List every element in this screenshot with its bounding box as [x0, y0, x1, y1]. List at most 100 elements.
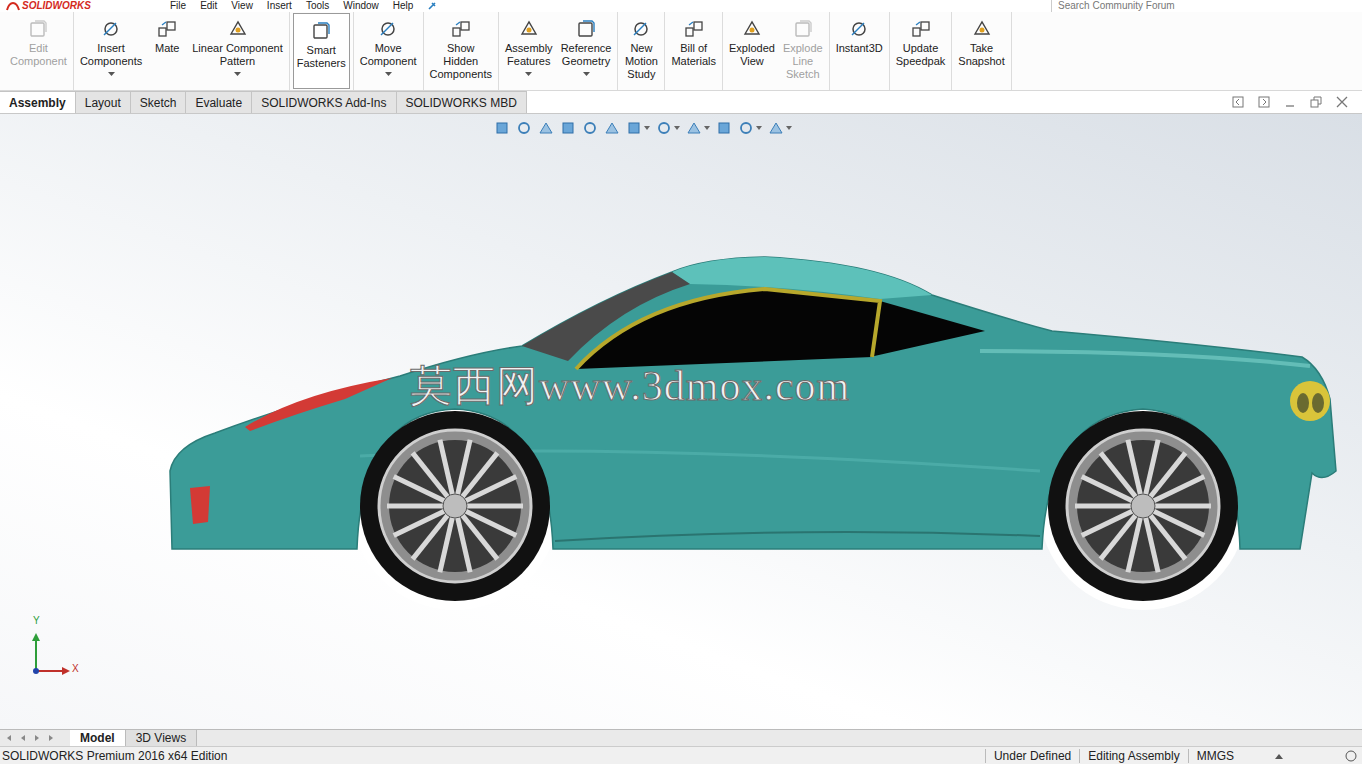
model-tab[interactable]: 3D Views: [126, 730, 197, 746]
reference-geometry-icon: [575, 18, 597, 40]
search-box[interactable]: Search Community Forum: [1051, 0, 1228, 12]
snapshot-icon: [971, 18, 993, 40]
ribbon-button[interactable]: ReferenceGeometry: [558, 12, 615, 90]
units-menu-arrow-icon[interactable]: [1274, 752, 1284, 760]
view-tool[interactable]: [582, 120, 598, 136]
ribbon-button-label: Take: [970, 42, 993, 55]
menu-item[interactable]: Edit: [200, 0, 217, 12]
tab[interactable]: SOLIDWORKS MBD: [397, 91, 527, 113]
graphics-area[interactable]: 莫西网www.3dmox.comYX: [0, 114, 1362, 729]
menu-item[interactable]: View: [231, 0, 253, 12]
explode-line-sketch-icon: [792, 18, 814, 40]
view-tool[interactable]: [716, 120, 732, 136]
help-icon[interactable]: [1344, 749, 1358, 763]
ribbon-group: EditComponent: [4, 12, 74, 90]
tab[interactable]: Assembly: [0, 91, 76, 113]
menu-item[interactable]: Help: [393, 0, 414, 12]
ribbon-group: NewMotionStudy: [618, 12, 665, 90]
dropdown-arrow-icon[interactable]: [644, 126, 650, 130]
close-icon[interactable]: [1336, 96, 1348, 108]
model-tab[interactable]: Model: [70, 730, 126, 746]
ribbon-button[interactable]: Mate: [147, 12, 187, 90]
car-body: [170, 257, 1336, 549]
model-tabs: Model3D Views: [0, 729, 1362, 746]
tab-scroll-arrow-icon[interactable]: [4, 733, 14, 743]
tab-scroll-arrow-icon[interactable]: [46, 733, 56, 743]
tab[interactable]: Sketch: [131, 91, 187, 113]
dropdown-arrow-icon[interactable]: [108, 72, 115, 77]
menu-item[interactable]: Insert: [267, 0, 292, 12]
view-tool[interactable]: [604, 120, 620, 136]
dropdown-arrow-icon[interactable]: [583, 72, 590, 77]
view-tool[interactable]: [768, 120, 792, 136]
minimize-icon[interactable]: [1284, 96, 1296, 108]
ribbon-button[interactable]: TakeSnapshot: [955, 12, 1007, 90]
window-controls: [1232, 91, 1362, 113]
tile-left-icon[interactable]: [1232, 96, 1244, 108]
ribbon-button[interactable]: NewMotionStudy: [621, 12, 661, 90]
ribbon-button[interactable]: Instant3D: [833, 12, 886, 90]
view-orientation-icon: [494, 120, 510, 136]
ribbon-button[interactable]: ExplodedView: [726, 12, 778, 90]
car-model[interactable]: [0, 114, 1362, 729]
status-item[interactable]: Editing Assembly: [1079, 749, 1187, 763]
command-manager: EditComponentInsertComponentsMateLinear …: [0, 12, 1362, 91]
tile-right-icon[interactable]: [1258, 96, 1270, 108]
heads-up-view-toolbar: [494, 120, 792, 136]
dropdown-arrow-icon[interactable]: [786, 126, 792, 130]
ribbon-button[interactable]: MoveComponent: [357, 12, 420, 90]
view-tool[interactable]: [494, 120, 510, 136]
ribbon-button[interactable]: ShowHiddenComponents: [427, 12, 495, 90]
edit-appearance-icon: [716, 120, 732, 136]
ribbon-button[interactable]: ExplodeLineSketch: [780, 12, 826, 90]
ribbon-group: AssemblyFeaturesReferenceGeometry: [499, 12, 618, 90]
hub: [1131, 494, 1155, 518]
view-tool[interactable]: [738, 120, 762, 136]
ribbon-button[interactable]: InsertComponents: [77, 12, 145, 90]
tab[interactable]: SOLIDWORKS Add-Ins: [252, 91, 396, 113]
view-tool[interactable]: [626, 120, 650, 136]
dropdown-arrow-icon[interactable]: [525, 72, 532, 77]
menu-item[interactable]: Window: [343, 0, 379, 12]
ribbon-button[interactable]: AssemblyFeatures: [502, 12, 556, 90]
rim: [379, 430, 531, 582]
solidworks-logo[interactable]: SOLIDWORKS: [6, 0, 156, 12]
display-style-icon: [656, 120, 672, 136]
y-axis-label: Y: [33, 615, 40, 626]
view-tool[interactable]: [538, 120, 554, 136]
ribbon-button-label: Hidden: [443, 55, 478, 68]
ribbon-button[interactable]: Linear ComponentPattern: [189, 12, 286, 90]
dropdown-arrow-icon[interactable]: [234, 72, 241, 77]
ribbon-button[interactable]: EditComponent: [7, 12, 70, 90]
view-tool[interactable]: [656, 120, 680, 136]
dropdown-arrow-icon[interactable]: [756, 126, 762, 130]
apply-scene-icon: [738, 120, 754, 136]
rim: [1067, 430, 1219, 582]
menu-item[interactable]: Tools: [306, 0, 329, 12]
view-tool[interactable]: [686, 120, 710, 136]
ribbon-button-label: Materials: [671, 55, 716, 68]
ribbon-button-label: Linear Component: [192, 42, 283, 55]
dropdown-arrow-icon[interactable]: [704, 126, 710, 130]
status-item[interactable]: Under Defined: [985, 749, 1079, 763]
pin-icon[interactable]: [427, 1, 437, 11]
ribbon-button[interactable]: Bill ofMaterials: [668, 12, 719, 90]
menu-item[interactable]: File: [170, 0, 186, 12]
tab-navigation: [0, 730, 70, 746]
ribbon-button[interactable]: UpdateSpeedpak: [893, 12, 949, 90]
tab-scroll-arrow-icon[interactable]: [18, 733, 28, 743]
front-intake: [190, 486, 210, 524]
tab[interactable]: Evaluate: [186, 91, 252, 113]
restore-icon[interactable]: [1310, 96, 1322, 108]
logo-text: SOLIDWORKS: [22, 0, 91, 12]
side-window: [576, 289, 880, 369]
status-item[interactable]: MMGS: [1188, 749, 1274, 763]
smart-fasteners-icon: [310, 20, 332, 42]
tab[interactable]: Layout: [76, 91, 131, 113]
tab-scroll-arrow-icon[interactable]: [32, 733, 42, 743]
ribbon-button[interactable]: SmartFasteners: [293, 13, 350, 89]
view-tool[interactable]: [560, 120, 576, 136]
view-tool[interactable]: [516, 120, 532, 136]
dropdown-arrow-icon[interactable]: [385, 72, 392, 77]
dropdown-arrow-icon[interactable]: [674, 126, 680, 130]
